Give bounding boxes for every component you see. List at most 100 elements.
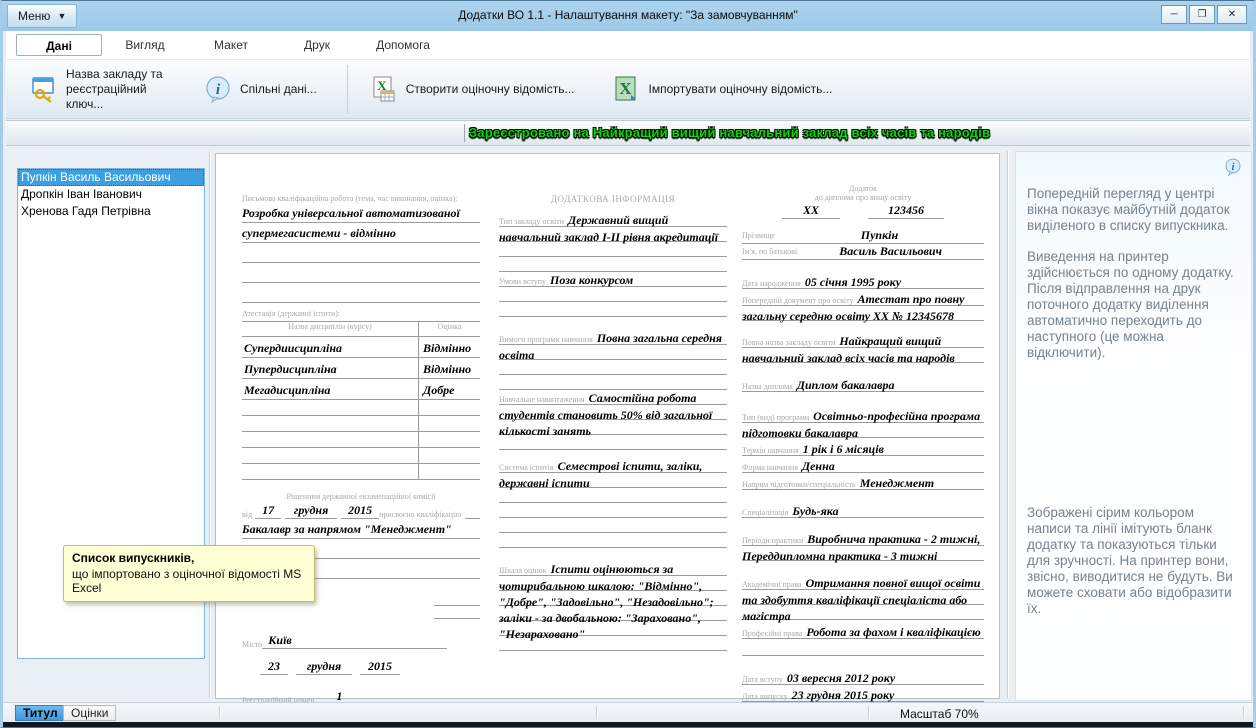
qualification-label: присвоєно кваліфікацію xyxy=(379,510,461,519)
list-item[interactable]: Хренова Гадя Петрівна xyxy=(18,203,204,220)
status-divider xyxy=(868,706,869,719)
title-bar: Меню ▼ Додатки ВО 1.1 - Налаштування мак… xyxy=(3,1,1253,31)
table-row-empty xyxy=(242,400,480,416)
maximize-icon: ❐ xyxy=(1198,9,1207,20)
list-item[interactable]: Пупкін Василь Васильович xyxy=(18,169,204,186)
doc-field: Дата народження 05 січня 1995 року xyxy=(742,274,984,291)
table-header-discipline: Назва дисциплін (курсу) xyxy=(242,322,418,336)
doc-column-middle: ДОДАТКОВА ІНФОРМАЦІЯ Тип закладу освіти … xyxy=(499,154,727,658)
doc-column-left: Письмова кваліфікаційна робота (тема, ча… xyxy=(242,154,480,705)
tab-help[interactable]: Допомога xyxy=(360,34,446,56)
status-divider xyxy=(219,706,220,719)
signature-line xyxy=(434,606,480,619)
doc-field: Назва диплома Диплом бакалавра xyxy=(742,377,984,394)
commission-month: грудня xyxy=(285,503,337,519)
maximize-button[interactable]: ❐ xyxy=(1189,5,1215,24)
status-divider xyxy=(1243,706,1244,719)
status-bar: Титул Оцінки Масштаб 70% xyxy=(3,702,1253,722)
doc-field: Шкала оцінок Іспити оцінюються за чотири… xyxy=(499,561,727,658)
tab-data[interactable]: Дані xyxy=(16,34,102,56)
excel-import-icon: X xyxy=(613,75,641,103)
doc-field: Спеціалізація Будь-яка xyxy=(742,503,984,520)
diploma-number: 123456 xyxy=(868,203,944,219)
commission-year: 2015 xyxy=(341,503,379,519)
list-item[interactable]: Дропкін Іван Іванович xyxy=(18,186,204,203)
close-icon: ✕ xyxy=(1228,9,1236,20)
tab-view[interactable]: Вигляд xyxy=(102,34,188,56)
minimize-button[interactable]: ─ xyxy=(1161,5,1187,24)
doc-field: Повна назва закладу освіти Найкращий вищ… xyxy=(742,333,984,366)
doc-field: Прізвище Пупкін xyxy=(742,228,984,244)
help-paragraph: Зображені сірим кольором написи та лінії… xyxy=(1016,505,1251,617)
help-panel: i Попередній перегляд у центрі вікна пок… xyxy=(1015,151,1252,701)
doc-field: Форма навчання Денна xyxy=(742,458,984,475)
tab-layout[interactable]: Макет xyxy=(188,34,274,56)
tooltip-text: що імпортовано з оціночної відомості MS … xyxy=(72,567,306,595)
doc-field: Термін навчання 1 рік і 6 місяців xyxy=(742,441,984,458)
doc-field: Дата вступу 03 вересня 2012 року xyxy=(742,670,984,687)
table-header-score: Оцінка xyxy=(418,322,480,336)
issue-month: грудня xyxy=(296,659,352,675)
close-button[interactable]: ✕ xyxy=(1217,5,1247,24)
doc-field: Тип закладу освіти Державний вищий навча… xyxy=(499,212,727,272)
doc-field: Періоди практики Виробнича практика - 2 … xyxy=(742,531,984,564)
document-preview: Письмова кваліфікаційна робота (тема, ча… xyxy=(215,153,1000,699)
blank-line xyxy=(465,507,480,519)
commission-label: Рішенням державної екзаменаційної комісі… xyxy=(242,492,480,501)
commission-date-row: від 17 грудня 2015 присвоєно кваліфікаці… xyxy=(242,503,480,519)
minimize-icon: ─ xyxy=(1170,9,1177,20)
tooltip-title: Список випускників, xyxy=(72,551,306,565)
help-paragraph: Після відправлення на друк поточного дод… xyxy=(1016,281,1251,361)
create-sheet-button[interactable]: X Створити оціночну відомість... xyxy=(362,69,583,109)
create-sheet-label: Створити оціночну відомість... xyxy=(406,82,575,97)
spacer xyxy=(742,520,984,531)
status-tab-scores[interactable]: Оцінки xyxy=(63,705,116,721)
grades-table: Назва дисциплін (курсу) Оцінка Супердиис… xyxy=(242,321,480,480)
qualification-line: Бакалавр за напрямом "Менеджмент" xyxy=(242,519,480,539)
blank-line xyxy=(742,260,984,274)
left-splitter[interactable] xyxy=(209,151,210,698)
doc-field: Навчальне навантаження Самостійна робота… xyxy=(499,390,727,458)
window-key-icon xyxy=(30,75,58,103)
status-tab-title[interactable]: Титул xyxy=(15,705,66,721)
main-area: Пупкін Василь Васильович Дропкін Іван Ів… xyxy=(6,147,1250,702)
doc-field: Умови вступу Поза конкурсом xyxy=(499,272,727,330)
window-title: Додатки ВО 1.1 - Налаштування макету: "З… xyxy=(3,8,1253,22)
qualification-value: Бакалавр за напрямом "Менеджмент" xyxy=(242,522,452,536)
common-data-button[interactable]: i Спільні дані... xyxy=(196,69,325,109)
doc-field: Ім'я, по батькові Василь Васильович xyxy=(742,244,984,260)
window-bottom-border xyxy=(3,722,1253,727)
commission-day: 17 xyxy=(255,503,281,519)
blank-lines xyxy=(742,641,984,670)
signature-line xyxy=(434,593,480,606)
import-sheet-button[interactable]: X Імпортувати оціночну відомість... xyxy=(605,69,841,109)
work-value-lines: Розробка універсальної автоматизованої с… xyxy=(242,203,480,303)
right-splitter[interactable] xyxy=(1007,151,1008,698)
status-divider xyxy=(596,706,597,719)
table-row-empty xyxy=(242,432,480,448)
info-icon: i xyxy=(1224,158,1242,176)
window-controls: ─ ❐ ✕ xyxy=(1161,5,1247,24)
tab-strip: Дані Вигляд Макет Друк Допомога xyxy=(6,31,1250,59)
tab-print[interactable]: Друк xyxy=(274,34,360,56)
toolbar: Назва закладу та реєстраційний ключ... i… xyxy=(6,59,1250,119)
series-number-row: XX 123456 xyxy=(742,203,984,219)
supplement-header-line1: Додаток xyxy=(742,184,984,193)
institution-key-button[interactable]: Назва закладу та реєстраційний ключ... xyxy=(22,61,182,118)
help-paragraph: Виведення на принтер здійснюється по одн… xyxy=(1016,249,1251,281)
doc-field: Вимоги програми навчання Повна загальна … xyxy=(499,330,727,390)
spacer xyxy=(742,564,984,575)
help-paragraph: Попередній перегляд у центрі вікна показ… xyxy=(1016,186,1251,234)
table-row-empty xyxy=(242,416,480,432)
issue-year: 2015 xyxy=(360,659,400,675)
doc-field: Система іспитів Семестрові іспити, залік… xyxy=(499,458,727,561)
blank-line xyxy=(742,394,984,408)
doc-field: Напрям підготовки/спеціальність Менеджме… xyxy=(742,475,984,492)
work-label: Письмова кваліфікаційна робота (тема, ча… xyxy=(242,194,480,203)
registration-banner: Зареєстровано на Найкращий вищий навчаль… xyxy=(6,120,1250,146)
svg-text:X: X xyxy=(619,79,632,98)
supplement-header-line2: до диплома про вищу освіту xyxy=(742,193,984,202)
issue-day: 23 xyxy=(260,659,288,675)
table-row: Супердиисципліна Відмінно xyxy=(242,337,480,358)
doc-column-right: Додаток до диплома про вищу освіту XX 12… xyxy=(742,154,984,721)
